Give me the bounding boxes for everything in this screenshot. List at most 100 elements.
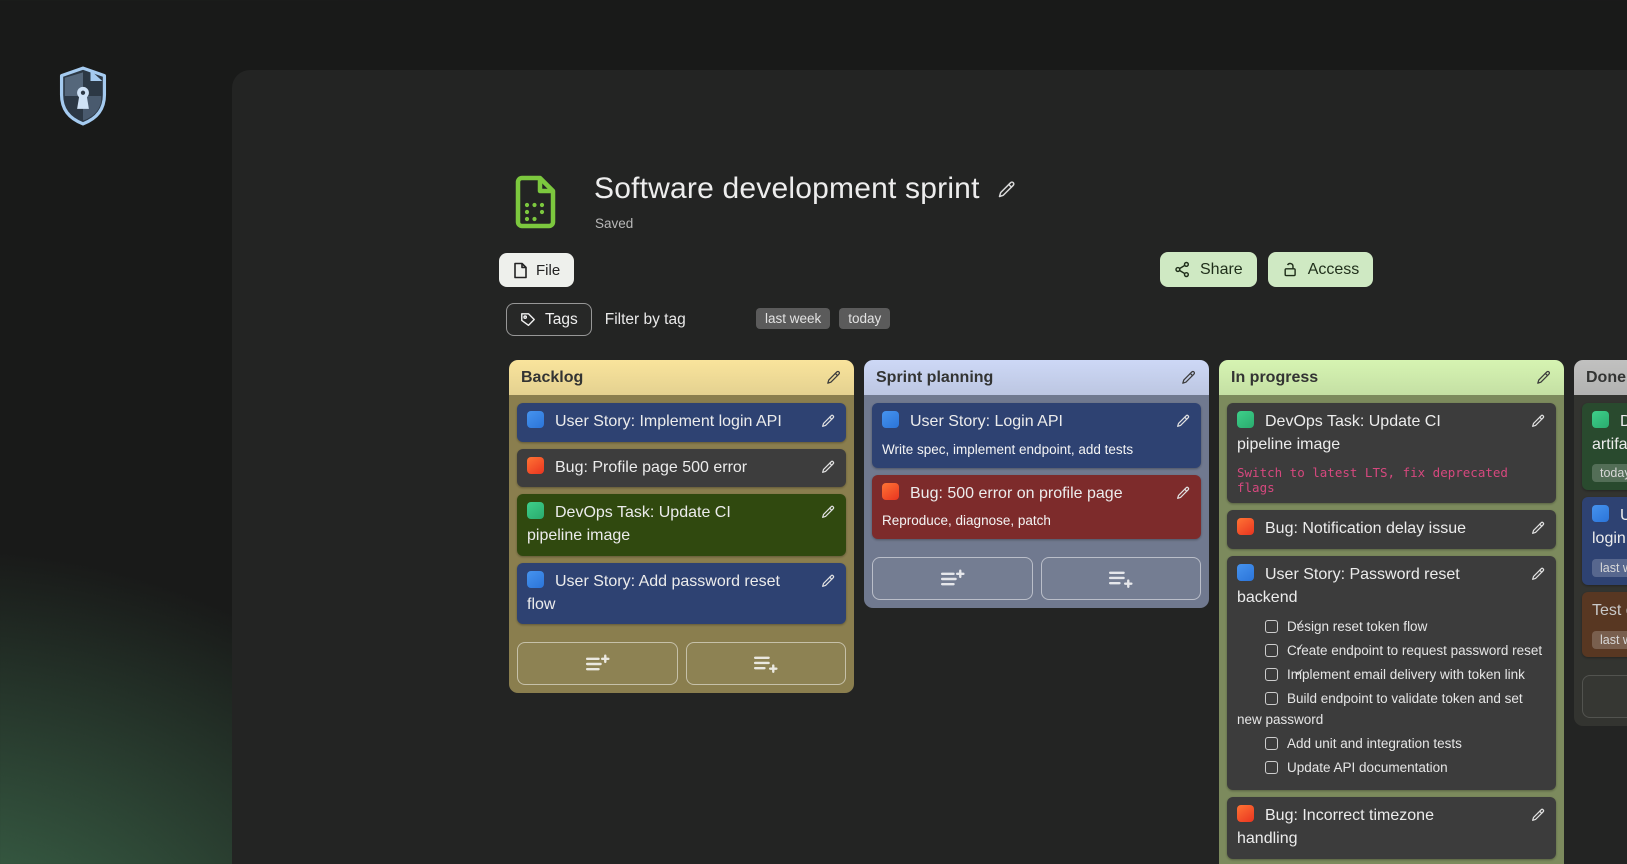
edit-pencil-icon[interactable] (820, 413, 836, 429)
card-title: Test compatibility on various OS (1592, 600, 1627, 623)
edit-pencil-icon[interactable] (1530, 413, 1546, 429)
edit-pencil-icon[interactable] (820, 504, 836, 520)
file-menu-button[interactable]: File (499, 253, 574, 287)
column-body: DevOps Task: Migrate build artifacts sto… (1574, 395, 1627, 726)
add-item-bottom-icon (751, 653, 780, 675)
edit-pencil-icon[interactable] (825, 369, 842, 386)
card-color-chip-blue (1592, 505, 1609, 522)
kanban-card[interactable]: User Story: Password reset backend Design… (1227, 556, 1556, 790)
kanban-card[interactable]: Bug: Profile page 500 error (517, 449, 846, 488)
checklist-item: Create endpoint to request password rese… (1237, 641, 1546, 661)
card-tag-list: last week (1592, 631, 1627, 649)
add-item-top-icon (583, 653, 612, 675)
kanban-card[interactable]: Bug: Notification delay issue (1227, 510, 1556, 549)
card-tag-list: today (1592, 464, 1627, 482)
checkbox-checked-icon[interactable] (1265, 668, 1278, 681)
kanban-card[interactable]: Bug: Incorrect timezone handling (1227, 797, 1556, 858)
checklist-item: Implement email delivery with token link (1237, 665, 1546, 685)
card-title: User Story: Add password reset flow (527, 571, 836, 616)
kanban-card[interactable]: User Story: Implement login API (517, 403, 846, 442)
checklist-item: Update API documentation (1237, 758, 1546, 778)
card-color-chip-blue (882, 411, 899, 428)
column-header[interactable]: Sprint planning (864, 360, 1209, 395)
kanban-board: Backlog User Story: Implement login API Bu… (509, 360, 1627, 864)
add-card-bottom-button[interactable] (686, 642, 847, 685)
tags-button[interactable]: Tags (506, 303, 592, 336)
filter-tag-pill[interactable]: last week (756, 308, 830, 329)
document-title: Software development sprint (594, 172, 980, 206)
column-title: In progress (1231, 369, 1318, 387)
edit-pencil-icon[interactable] (1180, 369, 1197, 386)
kanban-card[interactable]: DevOps Task: Update CI pipeline image (517, 494, 846, 555)
board-column-in-progress: In progress DevOps Task: Update CI pipeli… (1219, 360, 1564, 864)
checkbox-unchecked-icon[interactable] (1265, 692, 1278, 705)
kanban-card[interactable]: User Story: Add password reset flow (517, 563, 846, 624)
edit-pencil-icon[interactable] (820, 573, 836, 589)
file-icon (513, 262, 528, 279)
edit-pencil-icon[interactable] (1175, 485, 1191, 501)
column-footer (872, 557, 1201, 600)
checkbox-checked-icon[interactable] (1265, 620, 1278, 633)
edit-pencil-icon[interactable] (1530, 807, 1546, 823)
card-color-chip-red (1237, 518, 1254, 535)
access-button[interactable]: Access (1268, 252, 1374, 287)
card-color-chip-green (1237, 411, 1254, 428)
edit-pencil-icon[interactable] (1530, 566, 1546, 582)
column-title: Sprint planning (876, 369, 993, 387)
card-color-chip-blue (1237, 564, 1254, 581)
share-nodes-icon (1174, 261, 1191, 278)
edit-pencil-icon[interactable] (820, 459, 836, 475)
checkbox-checked-icon[interactable] (1265, 644, 1278, 657)
checkbox-unchecked-icon[interactable] (1265, 761, 1278, 774)
kanban-card[interactable]: User Story: Login APIWrite spec, impleme… (872, 403, 1201, 468)
card-color-chip-blue (527, 411, 544, 428)
column-header[interactable]: Backlog (509, 360, 854, 395)
kanban-card[interactable]: User Story: Add rate limiting to login la… (1582, 497, 1627, 584)
card-code-text: Switch to latest LTS, fix deprecated fla… (1237, 465, 1546, 495)
card-description: Write spec, implement endpoint, add test… (882, 441, 1191, 460)
add-item-bottom-icon (1106, 568, 1135, 590)
filter-tag-list: last week today (756, 308, 890, 329)
kanban-card[interactable]: Bug: 500 error on profile pageReproduce,… (872, 475, 1201, 540)
filter-by-tag-label: Filter by tag (605, 311, 686, 329)
card-title: User Story: Password reset backend (1237, 564, 1546, 609)
kanban-card[interactable]: DevOps Task: Migrate build artifacts sto… (1582, 403, 1627, 490)
card-title: User Story: Add rate limiting to login (1592, 505, 1627, 550)
filter-tag-pill[interactable]: today (839, 308, 890, 329)
app-panel: Software development sprint Saved File S… (232, 70, 1627, 864)
card-color-chip-red (1237, 805, 1254, 822)
checkbox-unchecked-icon[interactable] (1265, 737, 1278, 750)
column-body: User Story: Login APIWrite spec, impleme… (864, 395, 1209, 608)
column-header[interactable]: Done (1574, 360, 1627, 395)
card-title: DevOps Task: Update CI pipeline image (527, 502, 836, 547)
card-tag-pill: last week (1592, 631, 1627, 649)
board-column-sprint-planning: Sprint planning User Story: Login APIWrit… (864, 360, 1209, 608)
kanban-card[interactable]: DevOps Task: Update CI pipeline imageSwi… (1227, 403, 1556, 503)
column-body: DevOps Task: Update CI pipeline imageSwi… (1219, 395, 1564, 864)
rename-title-pencil-icon[interactable] (996, 179, 1017, 200)
column-header[interactable]: In progress (1219, 360, 1564, 395)
card-title: User Story: Implement login API (527, 411, 836, 434)
edit-pencil-icon[interactable] (1535, 369, 1552, 386)
cryptpad-logo-icon[interactable] (56, 66, 110, 126)
card-description: Reproduce, diagnose, patch (882, 512, 1191, 531)
tag-icon (520, 312, 536, 328)
checklist-item: Build endpoint to validate token and set… (1237, 689, 1546, 730)
edit-pencil-icon[interactable] (1175, 413, 1191, 429)
share-button[interactable]: Share (1160, 252, 1257, 287)
add-card-bottom-button[interactable] (1041, 557, 1202, 600)
add-card-top-button[interactable] (517, 642, 678, 685)
card-title: DevOps Task: Migrate build artifacts sto… (1592, 411, 1627, 456)
kanban-app-icon (515, 175, 556, 229)
card-color-chip-red (882, 483, 899, 500)
card-tag-list: last week (1592, 559, 1627, 577)
add-card-top-button[interactable] (872, 557, 1033, 600)
column-title: Backlog (521, 369, 583, 387)
board-column-done: Done DevOps Task: Migrate build artifacts… (1574, 360, 1627, 726)
checklist-item: Design reset token flow (1237, 617, 1546, 637)
kanban-card[interactable]: Test compatibility on various OS last wee… (1582, 592, 1627, 657)
add-card-top-button[interactable] (1582, 675, 1627, 718)
column-footer (517, 642, 846, 685)
edit-pencil-icon[interactable] (1530, 520, 1546, 536)
card-tag-pill: today (1592, 464, 1627, 482)
